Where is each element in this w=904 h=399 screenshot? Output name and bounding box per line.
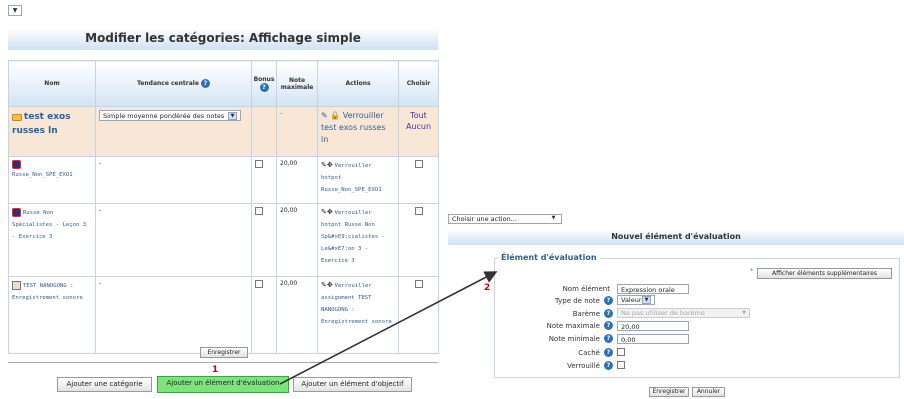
annotation-arrow bbox=[279, 271, 498, 385]
